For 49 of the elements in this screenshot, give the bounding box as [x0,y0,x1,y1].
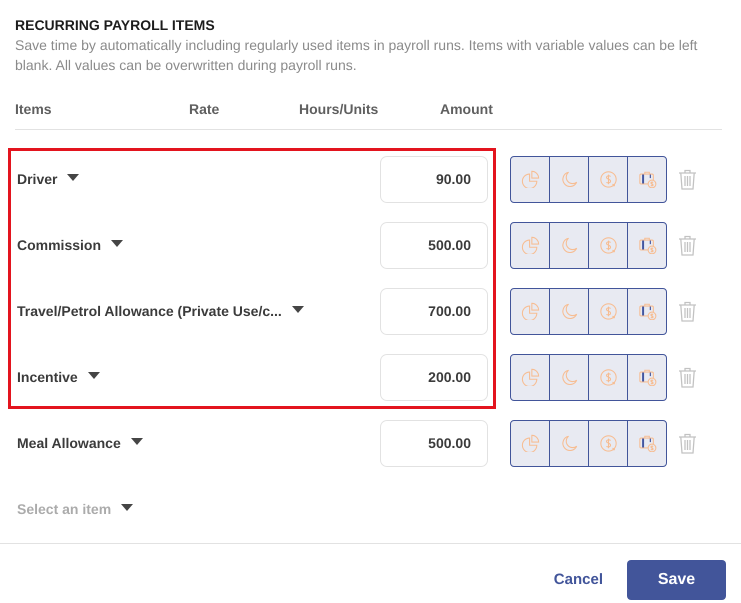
column-header: Hours/Units [299,101,378,117]
dollar-circle-icon [598,434,618,452]
save-button[interactable]: Save [627,560,726,600]
column-header: Items [15,101,52,117]
dollar-circle-icon [598,302,618,320]
caret-down-icon [130,438,143,444]
moon-icon [560,302,578,320]
moon-icon [560,368,578,386]
section-title: RECURRING PAYROLL ITEMS [15,16,216,35]
briefcase-coin-icon [638,368,656,386]
caret-down-icon [111,240,124,246]
trash-icon [678,234,697,256]
item-dropdown[interactable]: Travel/Petrol Allowance (Private Use/c... [15,300,304,322]
moon-icon [560,434,578,452]
caret-down-icon [121,504,134,510]
briefcase-coin-icon [638,170,656,188]
amount-field[interactable]: 500.00 [380,222,488,268]
amount-field[interactable]: 90.00 [380,156,488,202]
column-header: Rate [189,101,220,117]
trash-icon [678,300,697,322]
item-dropdown[interactable]: Driver [15,168,80,190]
dollar-circle-icon [598,170,618,188]
caret-down-icon [292,306,304,312]
trash-icon [678,168,697,190]
trash-icon [678,366,697,388]
column-header: Amount [440,101,493,117]
section-description: Save time by automatically including regularly used items in payroll runs. Items with variable values can be left blank. All values can be overwritten during payroll runs. [15,36,698,75]
amount-field[interactable]: 500.00 [380,420,488,466]
trash-icon [678,432,697,454]
briefcase-coin-icon [638,302,656,320]
pie-chart-icon [520,170,540,188]
caret-down-icon [88,372,100,378]
item-dropdown[interactable]: Commission [15,234,124,256]
item-dropdown[interactable]: Meal Allowance [15,432,143,454]
dollar-circle-icon [598,368,618,386]
dollar-circle-icon [598,236,618,254]
briefcase-coin-icon [638,236,656,254]
pie-chart-icon [520,368,540,386]
pie-chart-icon [520,434,540,452]
item-dropdown[interactable]: Incentive [15,366,100,388]
moon-icon [560,170,578,188]
moon-icon [560,236,578,254]
briefcase-coin-icon [638,434,656,452]
cancel-button[interactable]: Cancel [554,568,603,592]
amount-field[interactable]: 200.00 [380,354,488,400]
caret-down-icon [67,174,80,180]
pie-chart-icon [520,236,540,254]
pie-chart-icon [520,302,540,320]
amount-field[interactable]: 700.00 [380,288,488,334]
